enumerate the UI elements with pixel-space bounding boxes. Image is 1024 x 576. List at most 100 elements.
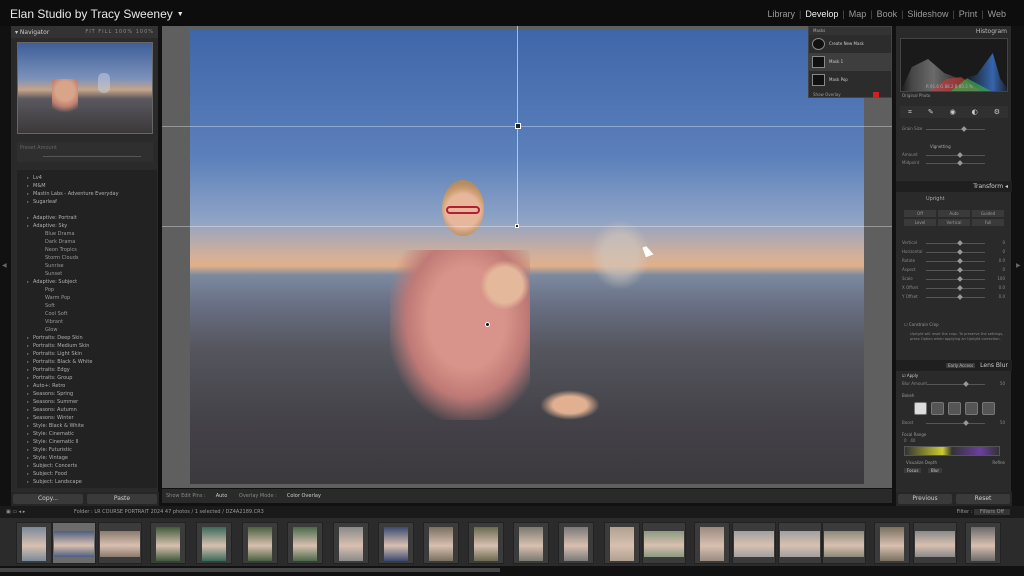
create-new-mask-button[interactable]: Create New Mask <box>809 35 891 53</box>
focus-guide-bottom[interactable] <box>162 226 892 227</box>
visualize-depth-label[interactable]: Visualize Depth <box>906 460 937 465</box>
preset-group[interactable]: ▸ Seasons: Summer <box>17 398 157 406</box>
preset-item[interactable]: Storm Clouds <box>17 254 157 262</box>
overlay-mode-select[interactable]: Color Overlay <box>287 493 321 499</box>
preset-item[interactable]: Glow <box>17 326 157 334</box>
bokeh-5-blade-option[interactable] <box>948 402 961 415</box>
preset-group[interactable]: ▸ Portraits: Deep Skin <box>17 334 157 342</box>
preset-item[interactable]: Pop <box>17 286 157 294</box>
transform-slider[interactable]: X Offset 0.0 <box>902 285 1005 292</box>
filmstrip-thumbnail[interactable] <box>98 522 142 564</box>
preset-group[interactable]: ▸ Lv4 <box>17 174 157 182</box>
slider-knob[interactable] <box>957 294 963 300</box>
upright-guided-button[interactable]: Guided <box>972 210 1004 217</box>
filmstrip-thumbnail[interactable] <box>16 522 52 564</box>
paste-button[interactable]: Paste <box>87 494 157 504</box>
bokeh-circle-option[interactable] <box>914 402 927 415</box>
slider-knob[interactable] <box>957 267 963 273</box>
slider-knob[interactable] <box>961 126 967 132</box>
module-web[interactable]: Web <box>984 9 1010 19</box>
healing-icon[interactable]: ✎ <box>928 108 934 116</box>
upright-level-button[interactable]: Level <box>904 219 936 226</box>
blur-button[interactable]: Blur <box>928 468 943 473</box>
transform-slider[interactable]: Scale 100 <box>902 276 1005 283</box>
filmstrip-thumbnail[interactable] <box>333 522 369 564</box>
preset-group[interactable]: ▸ Portraits: Group <box>17 374 157 382</box>
show-edit-pins-select[interactable]: Auto <box>216 493 228 499</box>
preset-group[interactable]: ▸ M&M <box>17 182 157 190</box>
filmstrip-source[interactable]: Folder : LR COURSE PORTRAIT 2024 47 phot… <box>74 509 264 515</box>
preset-item[interactable]: Sunrise <box>17 262 157 270</box>
navigator-preview[interactable] <box>17 42 153 134</box>
preset-group[interactable]: ▸ Auto+: Retro <box>17 382 157 390</box>
filmstrip-thumbnail[interactable] <box>874 522 910 564</box>
slider-knob[interactable] <box>963 381 969 387</box>
module-map[interactable]: Map <box>845 9 871 19</box>
slider-knob[interactable] <box>957 152 963 158</box>
masking-icon[interactable]: ◐ <box>972 108 978 116</box>
upright-vertical-button[interactable]: Vertical <box>938 219 970 226</box>
preset-group[interactable]: ▸ Portraits: Light Skin <box>17 350 157 358</box>
left-panel-toggle-icon[interactable]: ◀ <box>2 262 7 269</box>
apply-checkbox[interactable]: ☑ Apply <box>902 373 918 378</box>
transform-slider[interactable]: Rotate 0.0 <box>902 258 1005 265</box>
preset-group[interactable]: ▸ Style: Cinematic <box>17 430 157 438</box>
upright-full-button[interactable]: Full <box>972 219 1004 226</box>
vignetting-amount-slider[interactable]: Amount <box>902 152 1005 159</box>
filmstrip-thumbnail[interactable] <box>732 522 776 564</box>
filmstrip-thumbnail[interactable] <box>378 522 414 564</box>
preset-item[interactable]: Sunset <box>17 270 157 278</box>
navigator-header[interactable]: ▾ Navigator FIT FILL 100% 100% <box>11 26 158 38</box>
previous-button[interactable]: Previous <box>898 494 952 504</box>
preset-item[interactable]: Soft <box>17 302 157 310</box>
focus-button[interactable]: Focus <box>904 468 922 473</box>
photo-canvas[interactable] <box>162 26 892 488</box>
filter-select[interactable]: Filters Off <box>974 509 1010 515</box>
preset-group[interactable]: ▸ Seasons: Autumn <box>17 406 157 414</box>
reset-button[interactable]: Reset <box>956 494 1010 504</box>
module-library[interactable]: Library <box>763 9 799 19</box>
filmstrip-thumbnail[interactable] <box>423 522 459 564</box>
preset-group[interactable]: ▸ Adaptive: Portrait <box>17 214 157 222</box>
blur-amount-slider[interactable]: Blur Amount 50 <box>902 381 1005 388</box>
focus-guide-top[interactable] <box>162 126 892 127</box>
filmstrip-thumbnail[interactable] <box>513 522 549 564</box>
filmstrip-thumbnail[interactable] <box>468 522 504 564</box>
navigator-zoom-options[interactable]: FIT FILL 100% 100% <box>85 29 154 35</box>
crop-icon[interactable]: ⌗ <box>908 108 912 117</box>
upright-off-button[interactable]: Off <box>904 210 936 217</box>
module-develop[interactable]: Develop <box>801 9 842 19</box>
module-book[interactable]: Book <box>873 9 902 19</box>
preset-item[interactable]: Warm Pop <box>17 294 157 302</box>
preset-group[interactable]: ▸ Portraits: Medium Skin <box>17 342 157 350</box>
slider-knob[interactable] <box>963 420 969 426</box>
mask-item-1[interactable]: Mask 1 <box>809 53 891 71</box>
transform-header[interactable]: Transform ◂ <box>896 181 1012 192</box>
preset-group[interactable]: ▸ Style: Vintage <box>17 454 157 462</box>
preset-item[interactable]: Cool Soft <box>17 310 157 318</box>
focus-handle[interactable] <box>515 123 521 129</box>
preset-amount-slider[interactable] <box>43 156 141 157</box>
preset-group[interactable]: ▸ Subject: Landscape <box>17 478 157 486</box>
preset-group[interactable]: ▸ Style: Black & White <box>17 422 157 430</box>
slider-knob[interactable] <box>957 240 963 246</box>
preset-item[interactable]: Dark Drama <box>17 238 157 246</box>
right-panel-toggle-icon[interactable]: ▶ <box>1016 262 1021 269</box>
slider-knob[interactable] <box>957 285 963 291</box>
filmstrip-thumbnail[interactable] <box>150 522 186 564</box>
monitor-icon[interactable]: ▣ ▭ ◂ ▸ <box>6 509 25 515</box>
show-overlay-row[interactable]: Show Overlay <box>809 89 891 100</box>
identity-plate[interactable]: Elan Studio by Tracy Sweeney ▼ <box>10 7 184 21</box>
preset-group[interactable]: ▸ Subject: Food <box>17 470 157 478</box>
filmstrip-thumbnail[interactable] <box>604 522 640 564</box>
preset-group[interactable]: ▸ Style: Cinematic II <box>17 438 157 446</box>
transform-slider[interactable]: Y Offset 0.0 <box>902 294 1005 301</box>
preset-item[interactable]: Neon Tropics <box>17 246 157 254</box>
preset-item[interactable]: Blue Drama <box>17 230 157 238</box>
bokeh-cat-eye-option[interactable] <box>982 402 995 415</box>
filmstrip-thumbnail[interactable] <box>52 522 96 564</box>
original-photo-label[interactable]: Original Photo <box>902 93 930 98</box>
settings-gear-icon[interactable]: ⚙ <box>994 108 1000 116</box>
bokeh-ring-option[interactable] <box>965 402 978 415</box>
lens-blur-header[interactable]: Early Access Lens Blur <box>896 360 1012 371</box>
